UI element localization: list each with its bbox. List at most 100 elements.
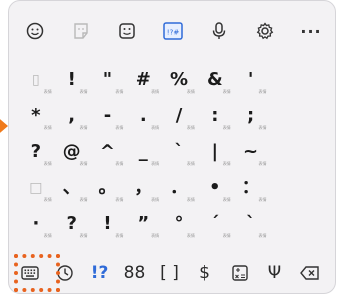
symbol-row: □ 表情、表情。表情，表情．表情 • 表情：表情 [18, 170, 340, 206]
symbol-sub-label: 表情 [151, 89, 160, 94]
symbol-row: ? 表情 @ 表情 ^ 表情 _ 表情 ` 表情 | 表情 ~ 表情 [18, 134, 340, 170]
symbol-key[interactable]: | 表情 [197, 134, 233, 170]
symbol-char: ! [67, 69, 76, 90]
symbol-key[interactable]: * 表情 [18, 98, 54, 134]
symbol-key[interactable]: ~ 表情 [233, 134, 269, 170]
symbol-key[interactable]: ? 表情 [18, 134, 54, 170]
symbol-sub-label: 表情 [79, 233, 88, 238]
symbol-sub-label: 表情 [115, 89, 124, 94]
emoji-icon[interactable] [12, 15, 58, 47]
symbol-key[interactable]: ; 表情 [233, 98, 269, 134]
symbol-key[interactable]: ` 表情 [161, 134, 197, 170]
currency-tab[interactable]: $ [187, 257, 222, 289]
brackets-tab-label: [ ] [160, 263, 179, 283]
symbol-key[interactable]: - 表情 [90, 98, 126, 134]
emoticon-icon[interactable] [104, 15, 150, 47]
brackets-tab[interactable]: [ ] [152, 257, 187, 289]
symbol-sub-label: 表情 [151, 197, 160, 202]
symbol-key[interactable]: ，表情 [125, 170, 161, 206]
recent-icon[interactable] [47, 257, 82, 289]
symbol-key[interactable]: ! 表情 [54, 62, 90, 98]
symbol-char: ? [30, 141, 42, 162]
symbol-key[interactable]: ` 表情 [233, 206, 269, 242]
symbol-char: ' [247, 69, 254, 90]
symbol-sub-label: 表情 [79, 197, 88, 202]
symbol-key[interactable]: _ 表情 [125, 134, 161, 170]
symbol-sub-label: 表情 [186, 89, 195, 94]
more-icon[interactable]: ··· [288, 15, 334, 47]
symbol-char: : [211, 105, 219, 126]
symbol-char: & [206, 69, 223, 90]
symbol-key[interactable] [268, 98, 304, 134]
symbol-char: ： [241, 177, 260, 198]
symbol-key[interactable]: 。表情 [90, 170, 126, 206]
symbol-key[interactable] [304, 98, 340, 134]
symbol-key[interactable]: @ 表情 [54, 134, 90, 170]
symbol-key[interactable]: . 表情 [125, 98, 161, 134]
clover-icon-label: 88 [123, 263, 146, 283]
keyboard-icon[interactable] [12, 257, 47, 289]
symbol-char: # [135, 69, 151, 90]
symbol-key[interactable] [268, 134, 304, 170]
math-icon[interactable] [222, 257, 257, 289]
symbol-sub-label: 表情 [151, 161, 160, 166]
symbol-key[interactable]: ? 表情 [54, 206, 90, 242]
symbol-key[interactable] [304, 62, 340, 98]
symbol-char: | [211, 141, 219, 162]
symbol-char: % [169, 69, 189, 90]
symbol-char: " [102, 69, 113, 90]
symbol-key[interactable]: 、表情 [54, 170, 90, 206]
symbol-sub-label: 表情 [79, 161, 88, 166]
microphone-icon[interactable] [196, 15, 242, 47]
symbol-key[interactable]: ° 表情 [161, 206, 197, 242]
fork-tab[interactable]: Ψ [257, 257, 292, 289]
symbol-key[interactable]: ! 表情 [90, 206, 126, 242]
symbol-key[interactable]: " 表情 [90, 62, 126, 98]
symbol-key[interactable]: ▯ 表情 [18, 62, 54, 98]
symbol-key[interactable]: , 表情 [54, 98, 90, 134]
symbol-key[interactable]: • 表情 [197, 170, 233, 206]
symbol-key[interactable]: ．表情 [161, 170, 197, 206]
symbol-key[interactable]: ^ 表情 [90, 134, 126, 170]
symbol-key[interactable] [304, 170, 340, 206]
symbol-key[interactable]: / 表情 [161, 98, 197, 134]
symbols-tab[interactable]: !? [82, 257, 117, 289]
symbol-key[interactable] [304, 134, 340, 170]
symbol-key[interactable]: & 表情 [197, 62, 233, 98]
symbol-keyboard-icon[interactable]: !?# [150, 15, 196, 47]
symbol-key[interactable] [304, 206, 340, 242]
symbol-key[interactable]: # 表情 [125, 62, 161, 98]
symbol-key[interactable] [268, 170, 304, 206]
symbol-key[interactable]: ' 表情 [233, 62, 269, 98]
symbol-sub-label: 表情 [222, 197, 231, 202]
symbol-sub-label: 表情 [79, 89, 88, 94]
sticker-icon[interactable] [58, 15, 104, 47]
symbol-sub-label: 表情 [258, 161, 267, 166]
symbol-key[interactable]: □ 表情 [18, 170, 54, 206]
symbol-char: □ [29, 180, 43, 196]
symbol-sub-label: 表情 [43, 161, 52, 166]
symbol-keyboard-label: !?# [167, 29, 180, 37]
symbol-key[interactable]: ” 表情 [125, 206, 161, 242]
clover-icon[interactable]: 88 [117, 257, 152, 289]
symbol-key[interactable] [268, 206, 304, 242]
symbols-tab-label: !? [90, 263, 109, 283]
symbol-char: ~ [243, 141, 259, 162]
keyboard-toolbar: !?# ··· [12, 10, 334, 52]
symbol-sub-label: 表情 [222, 161, 231, 166]
symbol-key[interactable] [268, 62, 304, 98]
symbol-char: ? [66, 213, 77, 234]
backspace-icon[interactable] [292, 257, 327, 289]
symbol-key[interactable]: · 表情 [18, 206, 54, 242]
symbol-sub-label: 表情 [43, 89, 52, 94]
more-label: ··· [300, 21, 322, 41]
symbol-key[interactable]: ：表情 [233, 170, 269, 206]
symbol-key[interactable]: ´ 表情 [197, 206, 233, 242]
settings-icon[interactable] [242, 15, 288, 47]
symbol-row: ▯ 表情! 表情 " 表情 # 表情% 表情 & 表情 ' 表情 [18, 62, 340, 98]
symbol-key[interactable]: : 表情 [197, 98, 233, 134]
category-bar: !? 88 [ ] $ Ψ [12, 256, 334, 290]
symbol-char: ▯ [32, 72, 40, 88]
symbol-char: _ [138, 141, 148, 162]
symbol-key[interactable]: % 表情 [161, 62, 197, 98]
